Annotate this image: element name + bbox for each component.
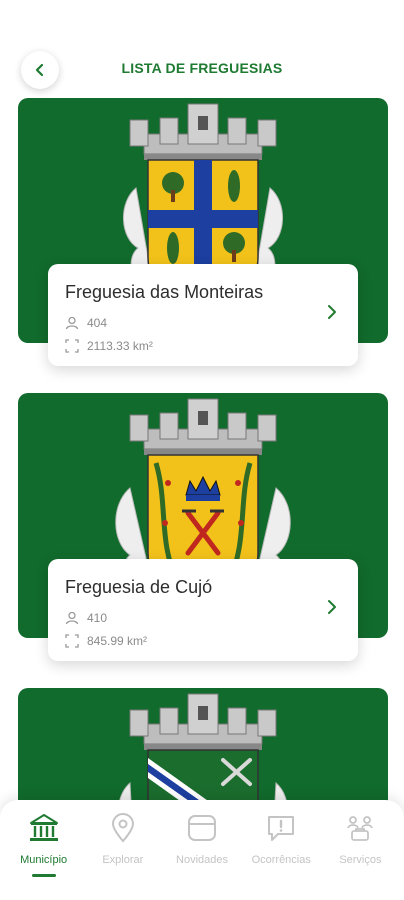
parish-name: Freguesia de Cujó — [65, 577, 213, 597]
population-value: 404 — [87, 316, 108, 330]
active-tab-indicator — [31, 874, 56, 877]
person-icon — [65, 611, 79, 625]
population-value: 410 — [87, 611, 108, 625]
parish-population: 410 — [65, 611, 107, 625]
news-icon — [188, 815, 216, 841]
parish-area: 2113.33 km² — [65, 339, 153, 353]
nav-item-novidades[interactable]: Novidades — [162, 812, 241, 900]
nav-item-municipio[interactable]: Município — [4, 812, 83, 900]
nav-label: Município — [20, 854, 68, 866]
parish-info-panel[interactable]: Freguesia de Cujó 410 845.99 km² — [48, 559, 358, 661]
building-icon — [29, 814, 58, 841]
parish-population: 404 — [65, 316, 107, 330]
area-value: 2113.33 km² — [87, 339, 153, 353]
bottom-navigation: Município Explorar Novidades Ocorrências — [0, 800, 404, 900]
nav-label: Ocorrências — [251, 854, 311, 866]
area-value: 845.99 km² — [87, 634, 148, 648]
services-icon — [347, 816, 374, 841]
chevron-right-icon — [328, 600, 336, 614]
person-icon — [65, 316, 79, 330]
nav-item-explorar[interactable]: Explorar — [83, 812, 162, 900]
area-frame-icon — [65, 339, 79, 353]
nav-label: Explorar — [102, 854, 144, 866]
parish-info-panel[interactable]: Freguesia das Monteiras 404 2113.33 km² — [48, 264, 358, 366]
nav-item-ocorrencias[interactable]: Ocorrências — [242, 812, 321, 900]
parish-area: 845.99 km² — [65, 634, 147, 648]
map-pin-icon — [111, 813, 134, 843]
area-frame-icon — [65, 634, 79, 648]
nav-label: Serviços — [339, 854, 382, 866]
nav-item-servicos[interactable]: Serviços — [321, 812, 400, 900]
nav-label: Novidades — [176, 854, 228, 866]
alert-chat-icon — [268, 816, 295, 841]
chevron-right-icon — [328, 305, 336, 319]
page-title: LISTA DE FREGUESIAS — [121, 60, 283, 76]
parish-name: Freguesia das Monteiras — [65, 282, 264, 302]
header: LISTA DE FREGUESIAS — [0, 0, 404, 98]
